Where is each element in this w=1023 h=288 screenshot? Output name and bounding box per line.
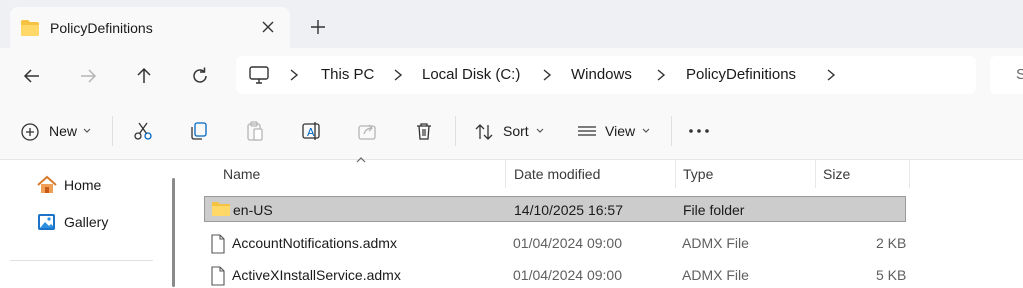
forward-icon[interactable] — [76, 64, 100, 88]
file-date: 14/10/2025 16:57 — [514, 202, 623, 218]
file-name: AccountNotifications.admx — [232, 235, 397, 251]
more-options-icon[interactable] — [688, 127, 710, 151]
tab-strip: PolicyDefinitions — [0, 0, 1023, 48]
sort-icon — [474, 122, 494, 142]
breadcrumb-local-disk[interactable]: Local Disk (C:) — [422, 66, 520, 83]
divider — [10, 260, 153, 261]
back-icon[interactable] — [20, 64, 44, 88]
copy-icon[interactable] — [188, 120, 210, 144]
refresh-icon[interactable] — [188, 64, 212, 88]
separator — [671, 116, 672, 146]
close-tab-icon[interactable] — [260, 19, 276, 35]
home-icon — [36, 175, 58, 195]
sidebar-scrollbar[interactable] — [172, 178, 175, 287]
paste-icon[interactable] — [244, 120, 266, 144]
list-view-icon — [577, 123, 597, 141]
delete-icon[interactable] — [413, 120, 435, 144]
column-header: Name Date modified Type Size — [200, 160, 1023, 190]
search-placeholder: S — [1016, 66, 1023, 83]
file-size: 5 KB — [876, 267, 907, 283]
chevron-right-icon[interactable] — [655, 67, 667, 86]
sort-label: Sort — [503, 123, 529, 139]
file-row-en-us[interactable]: en-US 14/10/2025 16:57 File folder — [204, 196, 906, 222]
gallery-icon — [36, 212, 58, 232]
command-bar: New A Sort View — [0, 103, 1023, 160]
column-divider[interactable] — [909, 160, 910, 188]
share-icon[interactable] — [356, 120, 378, 144]
file-date: 01/04/2024 09:00 — [513, 235, 622, 251]
sort-button[interactable]: Sort — [474, 120, 548, 144]
chevron-right-icon[interactable] — [288, 67, 300, 86]
address-row: This PC Local Disk (C:) Windows PolicyDe… — [0, 48, 1023, 103]
new-tab-icon[interactable] — [304, 13, 332, 41]
chevron-down-icon — [82, 127, 92, 135]
new-button[interactable]: New — [20, 120, 96, 144]
file-type: ADMX File — [682, 235, 749, 251]
column-date-modified[interactable]: Date modified — [514, 166, 600, 182]
chevron-down-icon — [641, 127, 651, 135]
folder-icon — [211, 201, 231, 217]
file-type: File folder — [683, 202, 745, 218]
view-button[interactable]: View — [577, 120, 655, 144]
chevron-right-icon[interactable] — [392, 67, 404, 86]
chevron-down-icon — [535, 127, 545, 135]
file-name: en-US — [233, 202, 273, 218]
separator — [112, 116, 113, 146]
address-bar[interactable]: This PC Local Disk (C:) Windows PolicyDe… — [236, 56, 976, 94]
column-type[interactable]: Type — [683, 166, 713, 182]
tab-policydefinitions[interactable]: PolicyDefinitions — [10, 7, 290, 48]
column-divider[interactable] — [815, 160, 816, 188]
file-icon — [210, 234, 226, 254]
search-input[interactable]: S — [990, 56, 1023, 94]
breadcrumb-policydefinitions[interactable]: PolicyDefinitions — [686, 66, 796, 83]
column-divider[interactable] — [675, 160, 676, 188]
cut-icon[interactable] — [132, 120, 154, 144]
sidebar-item-label: Gallery — [64, 214, 109, 230]
up-icon[interactable] — [132, 64, 156, 88]
column-divider[interactable] — [505, 160, 506, 188]
file-date: 01/04/2024 09:00 — [513, 267, 622, 283]
column-size[interactable]: Size — [823, 166, 850, 182]
file-name: ActiveXInstallService.admx — [232, 267, 401, 283]
navigation-pane: Home Gallery — [0, 160, 180, 287]
breadcrumb-windows[interactable]: Windows — [571, 66, 632, 83]
svg-text:A: A — [307, 126, 315, 139]
file-type: ADMX File — [682, 267, 749, 283]
sidebar-item-label: Home — [64, 177, 102, 193]
separator — [455, 116, 456, 146]
file-icon — [210, 266, 226, 286]
column-name[interactable]: Name — [223, 166, 260, 182]
monitor-icon — [248, 65, 270, 85]
file-row-accountnotifications[interactable]: AccountNotifications.admx 01/04/2024 09:… — [204, 230, 906, 256]
rename-icon[interactable]: A — [300, 120, 322, 144]
add-circle-icon — [20, 122, 40, 142]
tab-title: PolicyDefinitions — [50, 20, 153, 36]
breadcrumb-this-pc[interactable]: This PC — [321, 66, 374, 83]
file-row-activexinstallservice[interactable]: ActiveXInstallService.admx 01/04/2024 09… — [204, 262, 906, 288]
folder-icon — [20, 19, 40, 37]
view-label: View — [605, 123, 636, 139]
chevron-right-icon[interactable] — [825, 67, 837, 86]
chevron-right-icon[interactable] — [541, 67, 553, 86]
new-label: New — [49, 123, 78, 139]
file-size: 2 KB — [876, 235, 907, 251]
